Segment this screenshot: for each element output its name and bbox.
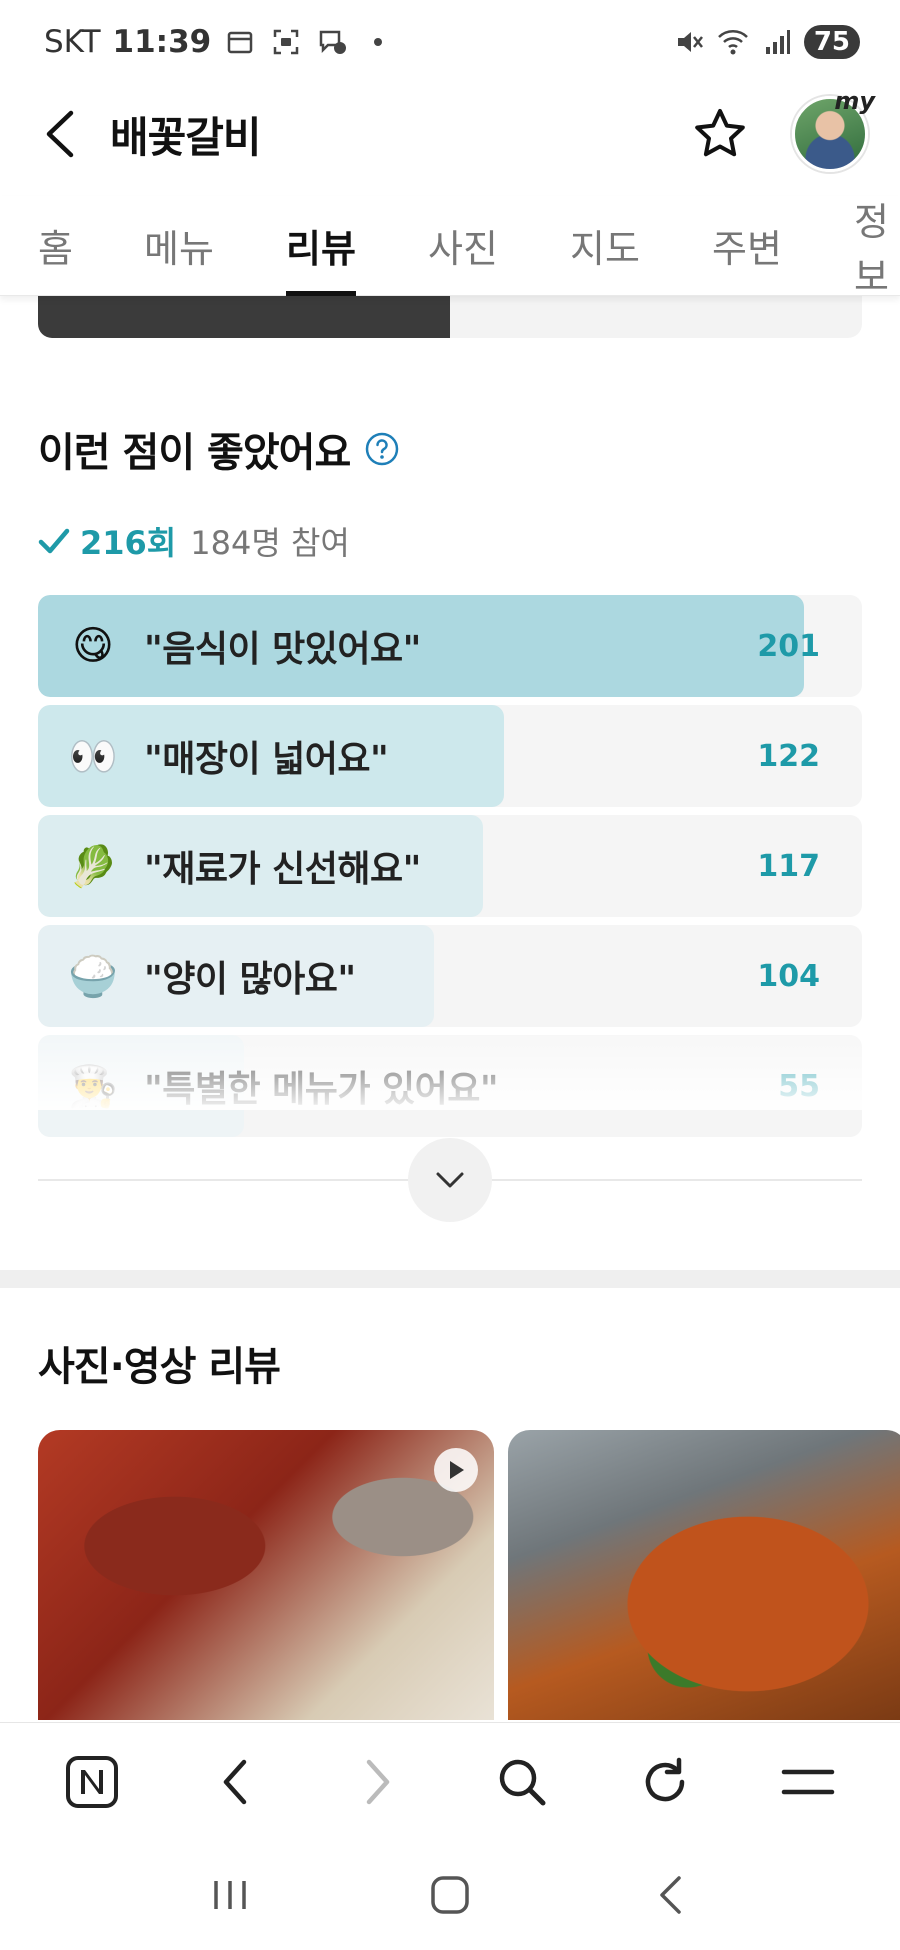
keyword-count: 117 <box>757 848 820 884</box>
keyword-row[interactable]: 😋 "음식이 맛있어요" 201 <box>38 595 862 697</box>
keywords-title: 이런 점이 좋았어요 <box>38 420 400 478</box>
star-icon <box>695 109 745 157</box>
keywords-summary: 216회 184명 참여 <box>38 518 350 564</box>
keyword-row[interactable]: 🍚 "양이 많아요" 104 <box>38 925 862 1027</box>
browser-reload-button[interactable] <box>630 1747 700 1817</box>
carrier-label: SKT <box>44 24 101 60</box>
naver-home-button[interactable] <box>57 1747 127 1817</box>
tab-menu[interactable]: 메뉴 <box>144 196 214 296</box>
recent-apps-button[interactable] <box>200 1865 260 1925</box>
keyword-row[interactable]: 👀 "매장이 넓어요" 122 <box>38 705 862 807</box>
keyword-count: 104 <box>757 958 820 994</box>
browser-menu-button[interactable] <box>773 1747 843 1817</box>
tab-photo[interactable]: 사진 <box>428 196 498 296</box>
status-right: 75 <box>672 25 860 59</box>
avatar-badge: my <box>834 87 875 115</box>
keyword-emoji-icon: 👀 <box>68 733 118 780</box>
avatar[interactable]: my <box>792 87 875 172</box>
status-time: 11:39 <box>112 24 212 60</box>
chevron-right-icon <box>367 1759 390 1804</box>
tab-label: 정보 <box>854 199 889 299</box>
media-review-thumbnail[interactable] <box>38 1430 494 1720</box>
wifi-icon <box>716 25 750 59</box>
check-icon <box>38 528 70 554</box>
status-bar: SKT 11:39 75 <box>0 0 900 84</box>
tab-home[interactable]: 홈 <box>38 196 73 296</box>
system-navigation-bar <box>0 1840 900 1950</box>
keyword-emoji-icon: 😋 <box>72 623 114 669</box>
dot-icon <box>361 25 395 59</box>
play-icon <box>434 1448 478 1492</box>
help-icon[interactable] <box>364 431 400 467</box>
keywords-title-text: 이런 점이 좋았어요 <box>38 430 351 476</box>
keyword-emoji-icon: 🥬 <box>68 843 118 890</box>
tab-label: 메뉴 <box>144 227 214 271</box>
recent-apps-icon <box>214 1881 246 1909</box>
home-icon <box>431 1876 469 1914</box>
keyword-label: "양이 많아요" <box>144 959 356 1000</box>
keyword-label: "음식이 맛있어요" <box>144 629 421 670</box>
tab-label: 지도 <box>570 227 640 271</box>
keyword-label: "재료가 신선해요" <box>144 849 421 890</box>
browser-toolbar <box>0 1722 900 1840</box>
battery-indicator: 75 <box>803 25 860 59</box>
status-left: SKT 11:39 <box>44 24 395 60</box>
signal-icon <box>760 25 794 59</box>
system-back-button[interactable] <box>640 1865 700 1925</box>
chevron-left-icon <box>46 110 74 158</box>
home-button[interactable] <box>420 1865 480 1925</box>
search-icon <box>499 1759 546 1805</box>
back-button[interactable] <box>32 106 88 162</box>
tab-review[interactable]: 리뷰 <box>286 196 356 296</box>
section-separator <box>0 1270 900 1288</box>
keywords-total-count: 216회 <box>80 524 177 562</box>
calendar-icon <box>223 25 257 59</box>
chevron-left-icon <box>223 1759 247 1804</box>
browser-forward-button[interactable] <box>343 1747 413 1817</box>
tab-info[interactable]: 정보 <box>854 196 900 299</box>
tab-label: 주변 <box>712 227 782 271</box>
keyword-row[interactable]: 🥬 "재료가 신선해요" 117 <box>38 815 862 917</box>
tab-label: 사진 <box>428 227 498 271</box>
naver-icon <box>65 1755 118 1808</box>
browser-search-button[interactable] <box>487 1747 557 1817</box>
mute-icon <box>672 25 706 59</box>
keyword-count: 122 <box>757 738 820 774</box>
list-fade-overlay <box>38 1030 862 1110</box>
back-arrow-icon <box>660 1876 681 1914</box>
media-reviews-title: 사진·영상 리뷰 <box>38 1344 281 1390</box>
hamburger-menu-icon <box>782 1769 835 1794</box>
favorite-button[interactable] <box>690 104 750 164</box>
tab-bar: 홈 메뉴 리뷰 사진 지도 주변 정보 <box>0 196 900 299</box>
keyword-emoji-icon: 🍚 <box>68 953 118 1000</box>
keyword-label: "매장이 넓어요" <box>144 739 389 780</box>
place-header: 배꽃갈비 my <box>0 84 900 184</box>
tab-label: 홈 <box>38 227 73 271</box>
screenshot-icon <box>269 25 303 59</box>
expand-keywords-button[interactable] <box>408 1138 492 1222</box>
page-title: 배꽃갈비 <box>110 112 262 162</box>
chat-icon <box>315 25 349 59</box>
keywords-participants: 184명 참여 <box>190 524 350 562</box>
browser-back-button[interactable] <box>200 1747 270 1817</box>
keyword-count: 201 <box>757 628 820 664</box>
tab-label: 리뷰 <box>286 227 356 271</box>
tab-map[interactable]: 지도 <box>570 196 640 296</box>
tab-nearby[interactable]: 주변 <box>712 196 782 296</box>
refresh-icon <box>645 1757 685 1801</box>
chevron-down-icon <box>436 1172 464 1188</box>
media-review-thumbnail[interactable] <box>508 1430 900 1720</box>
